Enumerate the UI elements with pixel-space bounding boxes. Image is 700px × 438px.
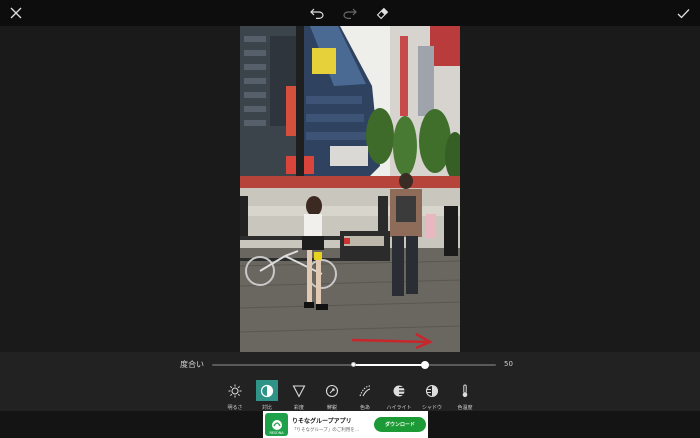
- brightness-icon: [224, 380, 246, 401]
- tool-shadow[interactable]: シャドウ: [419, 379, 445, 411]
- ad-title: りそなグループアプリ: [292, 418, 352, 425]
- ad-download-button[interactable]: ダウンロード: [374, 417, 426, 432]
- tool-contrast[interactable]: 対比: [254, 379, 280, 411]
- slider-value: 50: [504, 360, 513, 368]
- saturation-icon: [288, 380, 310, 401]
- slider-origin-marker: [351, 362, 356, 367]
- tool-temperature[interactable]: 色温度: [452, 379, 478, 411]
- adjust-slider-panel: 度合い 50: [0, 352, 700, 379]
- highlight-icon: [388, 380, 410, 401]
- top-toolbar: [0, 0, 700, 26]
- adjust-slider[interactable]: [212, 361, 496, 369]
- temperature-icon: [454, 380, 476, 401]
- tool-sharpness[interactable]: 鮮鋭: [319, 379, 345, 411]
- undo-icon[interactable]: [307, 3, 327, 23]
- ad-subtitle: 「りそなグループ」のご利用を…: [292, 428, 360, 433]
- image-canvas: [0, 26, 700, 352]
- tool-label: 色あ: [359, 405, 370, 411]
- slider-fill: [354, 364, 425, 366]
- redo-icon[interactable]: [340, 3, 360, 23]
- tool-label: 彩度: [293, 405, 304, 411]
- tool-label: シャドウ: [421, 405, 442, 411]
- tool-label: ハイライト: [386, 405, 412, 411]
- eraser-icon[interactable]: [372, 3, 392, 23]
- tool-fade[interactable]: 色あ: [352, 379, 378, 411]
- adjust-tools-bar: 明るさ 対比 彩度 鮮鋭 色あ ハイライト シャドウ 色温度: [0, 379, 700, 411]
- fade-icon: [354, 380, 376, 401]
- ad-text-block: りそなグループアプリ 「りそなグループ」のご利用を…: [292, 416, 372, 433]
- ad-icon-text: RESONA: [269, 431, 284, 435]
- sharpness-icon: [321, 380, 343, 401]
- slider-thumb[interactable]: [421, 361, 429, 369]
- tool-brightness[interactable]: 明るさ: [222, 379, 248, 411]
- contrast-icon: [256, 380, 278, 401]
- resona-app-icon: RESONA: [265, 413, 288, 436]
- slider-label: 度合い: [180, 360, 204, 369]
- shadow-icon: [421, 380, 443, 401]
- ad-banner[interactable]: RESONA りそなグループアプリ 「りそなグループ」のご利用を… ダウンロード: [263, 411, 428, 438]
- tool-saturation[interactable]: 彩度: [286, 379, 312, 411]
- close-icon[interactable]: [6, 3, 26, 23]
- checkmark-icon[interactable]: [673, 3, 693, 23]
- photo-preview[interactable]: [240, 26, 460, 352]
- tool-label: 鮮鋭: [326, 405, 337, 411]
- tool-label: 対比: [261, 405, 272, 411]
- tool-label: 色温度: [457, 405, 473, 411]
- tool-highlight[interactable]: ハイライト: [386, 379, 412, 411]
- tool-label: 明るさ: [227, 405, 243, 411]
